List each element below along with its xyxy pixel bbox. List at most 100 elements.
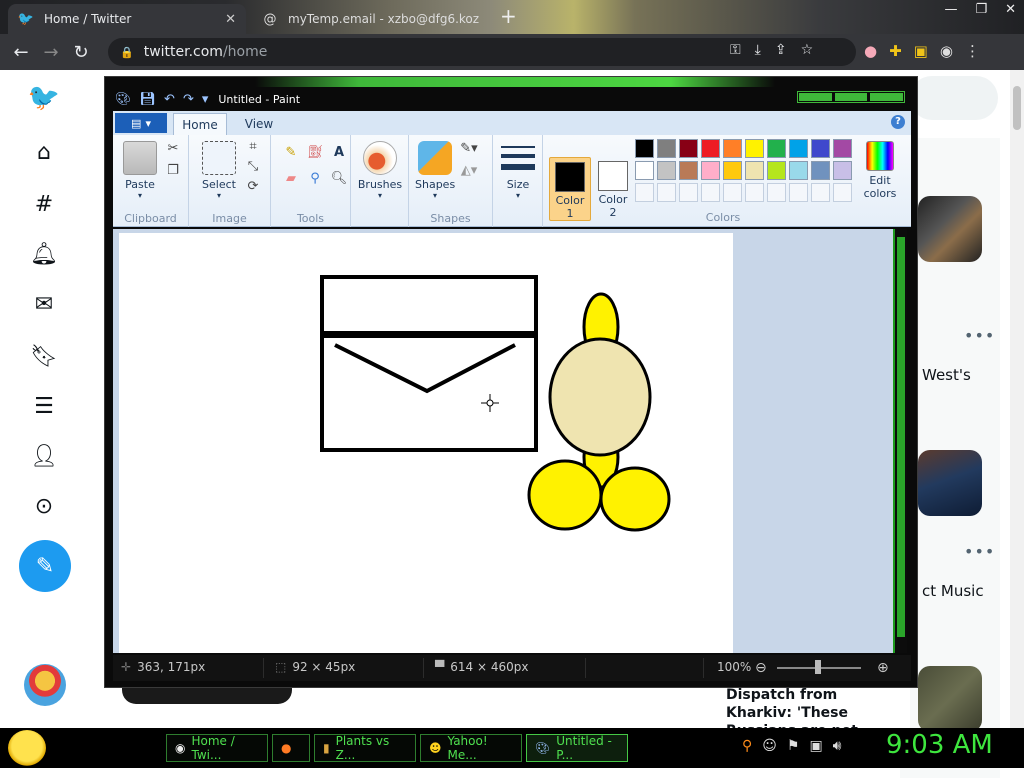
- minimize-icon[interactable]: —: [944, 2, 957, 17]
- drawing-canvas[interactable]: [119, 233, 733, 653]
- rotate-icon[interactable]: ⟳: [243, 179, 263, 197]
- forward-arrow-icon[interactable]: →: [36, 42, 66, 63]
- paste-button[interactable]: Paste ▾: [119, 141, 161, 200]
- text-tool-icon[interactable]: A: [329, 145, 349, 163]
- fill-icon[interactable]: ◭▾: [459, 163, 479, 181]
- compose-tweet-button[interactable]: ✎: [19, 540, 71, 592]
- palette-empty-swatch[interactable]: [745, 183, 764, 202]
- more-circle-icon[interactable]: ⊙: [24, 486, 64, 526]
- palette-empty-swatch[interactable]: [789, 183, 808, 202]
- volume-icon[interactable]: 🔊︎: [833, 738, 842, 754]
- side-panel-icon[interactable]: ▣: [914, 42, 928, 60]
- magnifier-icon[interactable]: 🔍︎: [329, 171, 349, 189]
- page-scrollbar[interactable]: [1010, 70, 1024, 728]
- palette-color-swatch[interactable]: [811, 161, 830, 180]
- taskbar-item-chrome[interactable]: ◉ Home / Twi...: [166, 734, 268, 762]
- zoom-in-icon[interactable]: ⊕: [877, 660, 889, 676]
- palette-color-swatch[interactable]: [679, 161, 698, 180]
- install-icon[interactable]: ⤓: [755, 42, 761, 58]
- profile-avatar-icon[interactable]: ◉: [940, 42, 953, 60]
- palette-color-swatch[interactable]: [833, 139, 852, 158]
- news-headline[interactable]: Dispatch from Kharkiv: 'These Russians a…: [690, 682, 910, 739]
- reload-icon[interactable]: ↻: [66, 42, 96, 63]
- bookmarks-icon[interactable]: 🔖︎: [24, 336, 64, 376]
- tab-mytemp-email[interactable]: @ myTemp.email - xzbo@dfg6.koz: [252, 4, 492, 34]
- edit-colors-button[interactable]: Edit colors: [859, 141, 901, 200]
- profile-person-icon[interactable]: 👤︎: [24, 436, 64, 476]
- action-center-flag-icon[interactable]: ⚑: [787, 738, 800, 754]
- explore-hashtag-icon[interactable]: #: [24, 184, 64, 224]
- scrollbar-thumb[interactable]: [1013, 86, 1021, 130]
- home-icon[interactable]: ⌂: [24, 132, 64, 172]
- fill-bucket-icon[interactable]: ⛽︎: [305, 145, 325, 163]
- color-picker-icon[interactable]: ⚲: [305, 171, 325, 189]
- canvas-scrollbar[interactable]: [893, 229, 907, 653]
- taskbar-item-plants-vs-zombies[interactable]: ▮ Plants vs Z...: [314, 734, 416, 762]
- eraser-icon[interactable]: ▰: [281, 171, 301, 189]
- paint-window-controls[interactable]: [797, 91, 905, 103]
- palette-empty-swatch[interactable]: [723, 183, 742, 202]
- back-arrow-icon[interactable]: ←: [6, 42, 36, 63]
- palette-color-swatch[interactable]: [635, 161, 654, 180]
- paint-title-bar[interactable]: 🎨︎ 💾︎ ↶ ↷ ▾ Untitled - Paint: [105, 87, 917, 111]
- palette-color-swatch[interactable]: [789, 139, 808, 158]
- crop-icon[interactable]: ⌗: [243, 139, 263, 157]
- help-icon[interactable]: ?: [891, 115, 905, 129]
- palette-color-swatch[interactable]: [745, 161, 764, 180]
- select-button[interactable]: Select ▾: [197, 141, 241, 200]
- extension-flag-icon[interactable]: ●: [864, 42, 877, 60]
- start-button[interactable]: [8, 730, 46, 766]
- taskbar-item-yahoo-messenger[interactable]: ☻ Yahoo! Me...: [420, 734, 522, 762]
- save-icon[interactable]: 💾︎: [140, 92, 157, 107]
- messages-envelope-icon[interactable]: ✉: [24, 284, 64, 324]
- outline-icon[interactable]: ✎▾: [459, 141, 479, 159]
- tab-home[interactable]: Home: [173, 113, 227, 135]
- menu-dots-icon[interactable]: ⋮: [965, 42, 980, 60]
- quick-access-dropdown-icon[interactable]: ▾: [202, 92, 209, 107]
- palette-empty-swatch[interactable]: [833, 183, 852, 202]
- palette-color-swatch[interactable]: [723, 139, 742, 158]
- resize-icon[interactable]: ⤡: [243, 159, 263, 177]
- palette-color-swatch[interactable]: [767, 139, 786, 158]
- puzzle-extensions-icon[interactable]: ✚: [889, 42, 902, 60]
- share-icon[interactable]: ⇪: [775, 42, 787, 58]
- paint-file-menu-button[interactable]: ▤ ▾: [115, 113, 167, 133]
- size-button[interactable]: Size ▾: [499, 141, 537, 200]
- palette-color-swatch[interactable]: [789, 161, 808, 180]
- paint-app-icon[interactable]: 🎨︎: [115, 92, 132, 107]
- palette-color-swatch[interactable]: [679, 139, 698, 158]
- tab-twitter-home[interactable]: 🐦 Home / Twitter ✕: [8, 4, 246, 34]
- palette-color-swatch[interactable]: [723, 161, 742, 180]
- news-thumbnail-image[interactable]: [918, 666, 982, 732]
- palette-color-swatch[interactable]: [745, 139, 764, 158]
- taskbar-item-firefox[interactable]: ●: [272, 734, 310, 762]
- close-tab-icon[interactable]: ✕: [225, 12, 236, 27]
- taskbar-clock[interactable]: 9:03 AM: [886, 730, 993, 760]
- palette-color-swatch[interactable]: [657, 161, 676, 180]
- more-options-icon[interactable]: •••: [964, 326, 995, 345]
- network-icon[interactable]: ▣: [809, 738, 822, 754]
- palette-empty-swatch[interactable]: [767, 183, 786, 202]
- palette-color-swatch[interactable]: [811, 139, 830, 158]
- tray-face-icon[interactable]: ☺: [762, 738, 777, 754]
- bookmark-star-icon[interactable]: ☆: [801, 42, 814, 58]
- tab-view[interactable]: View: [233, 113, 285, 135]
- palette-empty-swatch[interactable]: [635, 183, 654, 202]
- scrollbar-thumb[interactable]: [897, 237, 905, 637]
- pencil-icon[interactable]: ✎: [281, 145, 301, 163]
- notifications-bell-icon[interactable]: 🔔︎: [24, 234, 64, 274]
- brushes-button[interactable]: Brushes ▾: [357, 141, 403, 200]
- zoom-out-icon[interactable]: ⊖: [755, 660, 767, 676]
- palette-empty-swatch[interactable]: [657, 183, 676, 202]
- palette-color-swatch[interactable]: [767, 161, 786, 180]
- cut-scissors-icon[interactable]: ✂: [163, 141, 183, 159]
- palette-color-swatch[interactable]: [701, 161, 720, 180]
- trend-thumbnail-image[interactable]: [918, 196, 982, 262]
- palette-color-swatch[interactable]: [635, 139, 654, 158]
- more-options-icon[interactable]: •••: [964, 542, 995, 561]
- trend-text[interactable]: West's: [922, 366, 971, 384]
- palette-empty-swatch[interactable]: [811, 183, 830, 202]
- account-avatar[interactable]: [24, 664, 66, 706]
- redo-icon[interactable]: ↷: [183, 92, 194, 107]
- undo-icon[interactable]: ↶: [164, 92, 175, 107]
